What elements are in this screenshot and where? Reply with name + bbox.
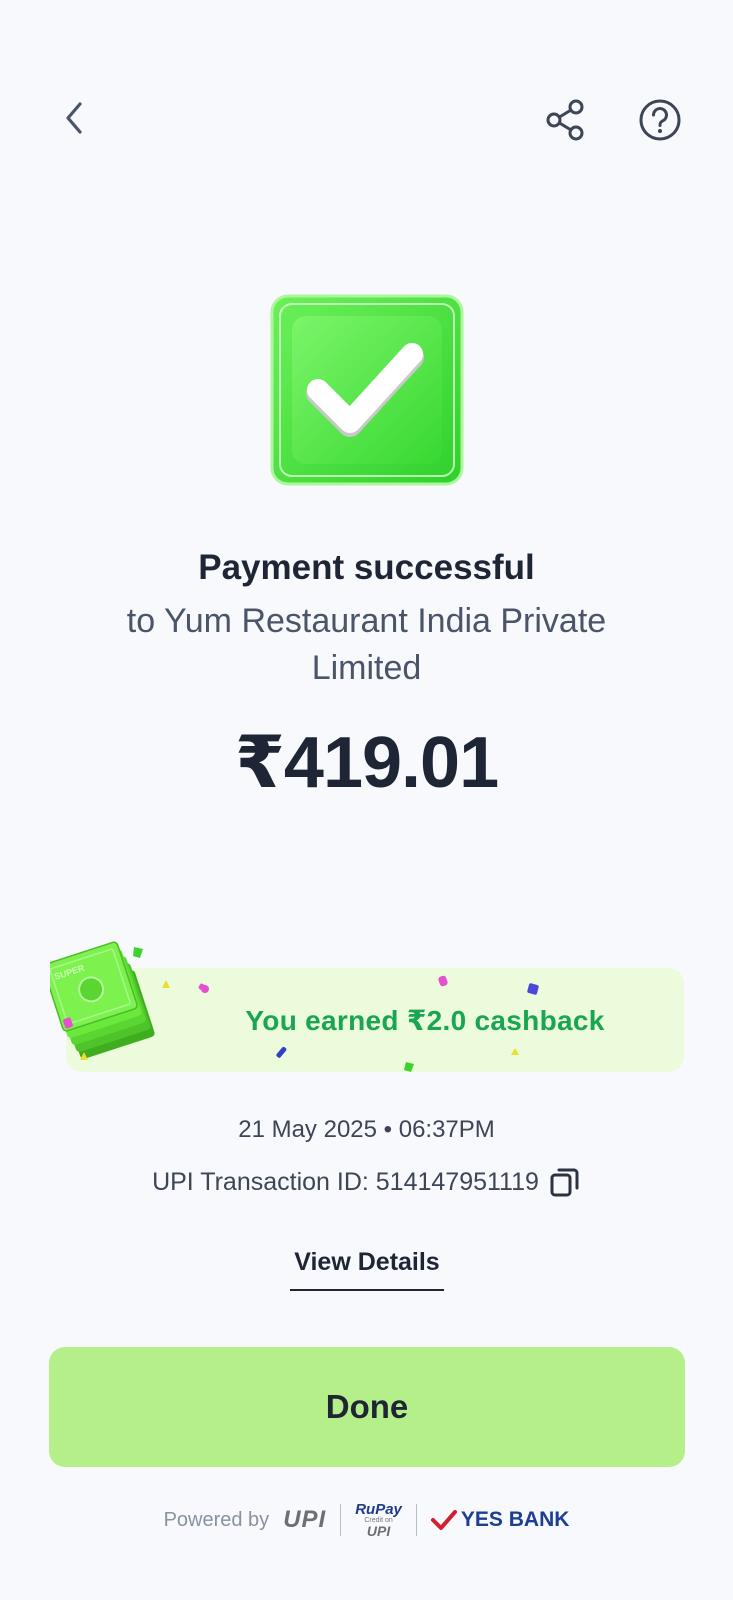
powered-by-label: Powered by: [163, 1508, 270, 1531]
view-details-link[interactable]: View Details: [290, 1248, 444, 1291]
rupay-upi-logo: RuPay Credit on UPI: [355, 1502, 402, 1538]
back-button[interactable]: [52, 96, 96, 140]
cash-stack-icon: SUPER: [50, 941, 155, 1059]
upi-transaction-id: UPI Transaction ID: 514147951119: [152, 1167, 539, 1196]
footer-divider: [415, 1504, 417, 1536]
upi-transaction-row: UPI Transaction ID: 514147951119: [0, 1166, 733, 1198]
help-button[interactable]: [636, 96, 684, 144]
upi-logo: UPI: [283, 1506, 327, 1533]
payment-success-screen: Payment successful to Yum Restaurant Ind…: [0, 0, 733, 1600]
help-circle-icon: [639, 99, 681, 141]
transaction-datetime: 21 May 2025 • 06:37PM: [238, 1116, 495, 1143]
chevron-left-icon: [66, 102, 82, 134]
done-button[interactable]: Done: [49, 1347, 685, 1467]
payment-status-title: Payment successful: [198, 548, 535, 587]
yes-bank-logo: YES BANK: [430, 1508, 570, 1532]
share-button[interactable]: [542, 96, 590, 144]
share-icon: [546, 99, 584, 141]
yes-bank-label: YES BANK: [460, 1508, 570, 1531]
success-check-icon: [270, 294, 464, 486]
payment-amount: ₹419.01: [234, 723, 499, 803]
rupay-label: RuPay: [355, 1501, 402, 1518]
rupay-upi-label: UPI: [366, 1523, 391, 1539]
recipient-name: to Yum Restaurant India Private Limited: [126, 602, 607, 687]
yes-bank-check-icon: [430, 1510, 457, 1530]
powered-by-footer: Powered by UPI RuPay Credit on UPI YES B…: [0, 1500, 733, 1540]
copy-icon[interactable]: [549, 1166, 581, 1198]
footer-divider: [340, 1504, 342, 1536]
